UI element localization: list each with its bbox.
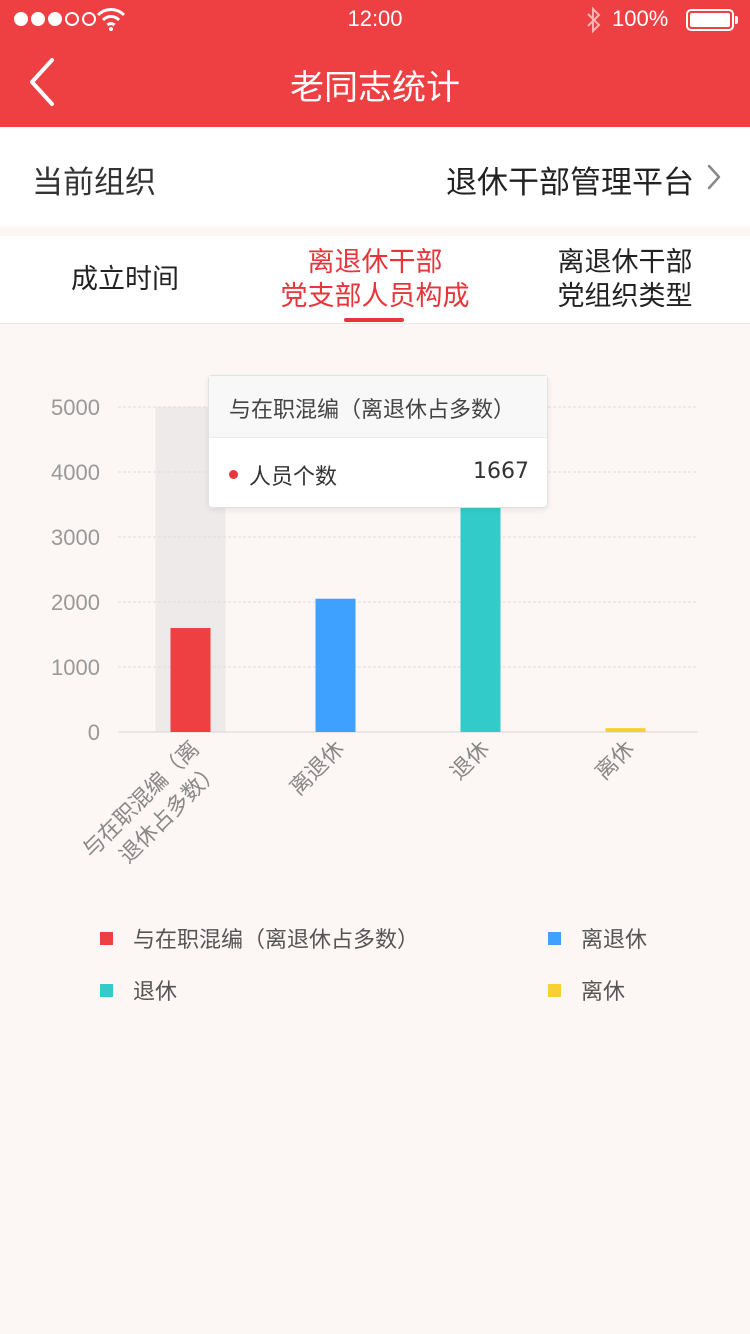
tab-label: 成立时间: [71, 264, 179, 295]
page-title: 老同志统计: [290, 68, 460, 108]
y-tick-label: 4000: [51, 460, 100, 485]
bar: [170, 628, 211, 732]
battery-icon: [686, 9, 738, 31]
bar: [605, 728, 646, 732]
tab-founding-time[interactable]: 成立时间: [0, 236, 250, 324]
x-tick-label-line: 离休: [591, 737, 640, 786]
legend-swatch: [100, 983, 113, 997]
legend-item[interactable]: 与在职混编（离退休占多数）: [100, 922, 419, 954]
x-tick-label: 离退休: [285, 737, 349, 801]
y-tick-label: 5000: [51, 395, 100, 420]
y-tick-label: 0: [88, 720, 100, 745]
org-label: 当前组织: [32, 165, 156, 201]
status-bar: 12:00 100%: [0, 0, 750, 40]
bar: [460, 507, 501, 732]
tooltip-series-value: 1667: [473, 459, 529, 484]
legend-item[interactable]: 离休: [548, 974, 625, 1006]
org-value: 退休干部管理平台: [446, 165, 694, 201]
tab-org-type[interactable]: 离退休干部 党组织类型: [500, 236, 750, 324]
tooltip-row: 人员个数 1667: [209, 438, 547, 508]
chevron-right-icon: [707, 164, 721, 190]
tab-label: 党组织类型: [557, 281, 693, 312]
tooltip-series-name: 人员个数: [249, 465, 338, 490]
x-tick-label: 与在职混编（离退休占多数）: [78, 737, 226, 869]
header: 12:00 100% 老同志统计: [0, 0, 750, 127]
org-selector[interactable]: 当前组织 退休干部管理平台: [0, 127, 750, 226]
tooltip-title: 与在职混编（离退休占多数）: [209, 376, 547, 438]
legend-swatch: [548, 983, 561, 997]
tab-label: 离退休干部: [557, 247, 693, 278]
y-tick-label: 2000: [51, 590, 100, 615]
legend-label: 离休: [581, 980, 626, 1005]
tab-label: 离退休干部: [307, 247, 443, 278]
bluetooth-icon: [587, 6, 601, 34]
legend-label: 退休: [133, 980, 178, 1005]
legend-swatch: [100, 931, 113, 945]
y-tick-label: 1000: [51, 655, 100, 680]
tab-branch-composition[interactable]: 离退休干部 党支部人员构成: [250, 236, 500, 324]
tooltip-series-dot: [229, 470, 238, 479]
tab-active-indicator: [344, 318, 404, 322]
chart-tooltip: 与在职混编（离退休占多数） 人员个数 1667: [208, 375, 548, 508]
battery-percent: 100%: [612, 6, 669, 31]
tab-label: 党支部人员构成: [280, 281, 470, 312]
x-tick-label: 离休: [591, 737, 640, 786]
x-tick-label-line: 离退休: [285, 737, 349, 801]
legend-item[interactable]: 离退休: [548, 922, 647, 954]
x-tick-label-line: 退休: [446, 737, 495, 786]
y-tick-label: 3000: [51, 525, 100, 550]
legend-item[interactable]: 退休: [100, 974, 177, 1006]
bar: [315, 598, 356, 732]
x-tick-label: 退休: [446, 737, 495, 786]
legend-label: 与在职混编（离退休占多数）: [133, 928, 420, 953]
legend-swatch: [548, 931, 561, 945]
legend-label: 离退休: [581, 928, 648, 953]
tab-bar: 成立时间 离退休干部 党支部人员构成 离退休干部 党组织类型: [0, 236, 750, 324]
